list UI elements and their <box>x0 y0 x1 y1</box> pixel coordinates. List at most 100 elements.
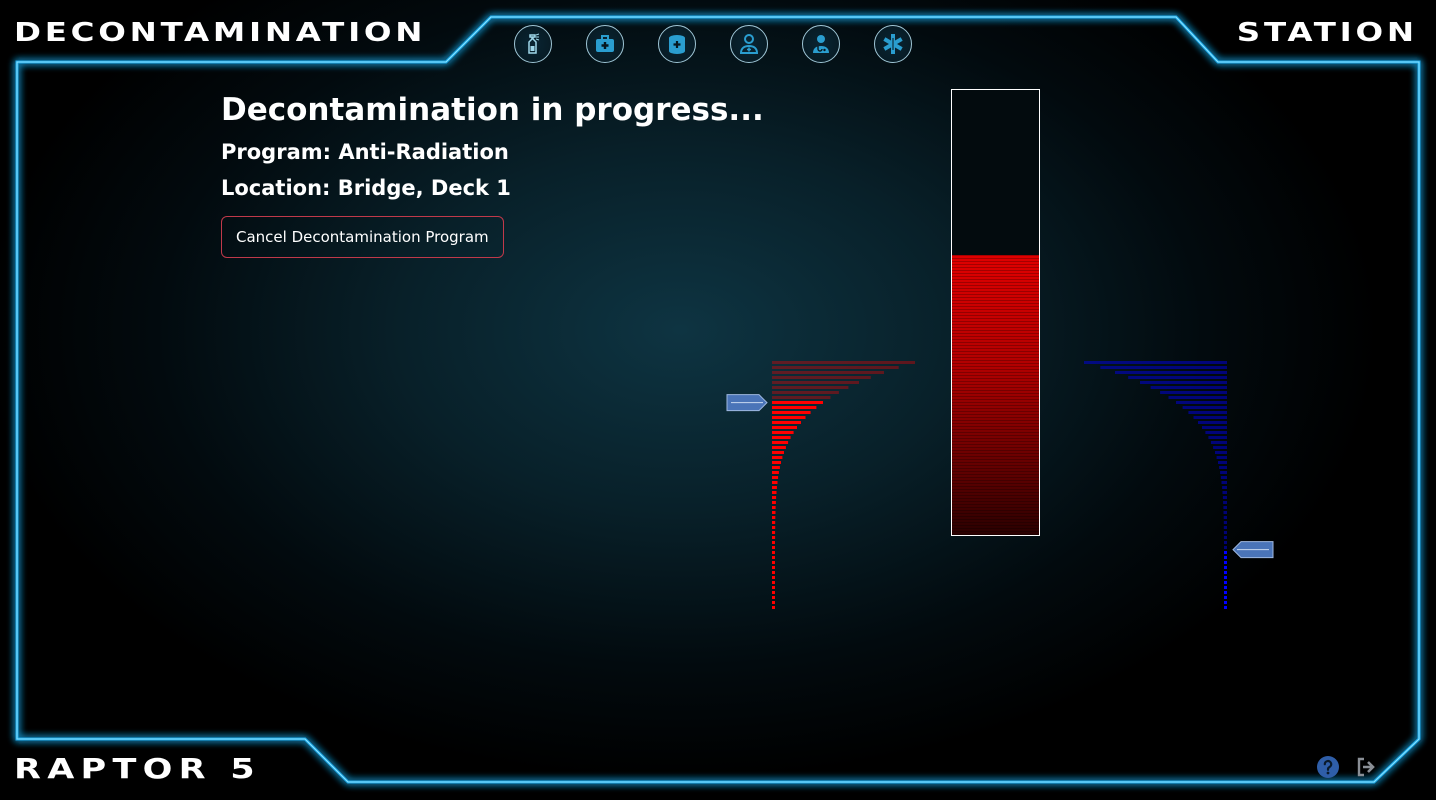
right-level-bar <box>1193 416 1227 419</box>
right-level-bar <box>1168 396 1227 399</box>
right-level-bar <box>1223 521 1227 524</box>
left-level-bar <box>772 576 775 579</box>
right-level-bar <box>1224 571 1227 574</box>
right-level-bar <box>1224 541 1227 544</box>
right-level-bar <box>1084 361 1227 364</box>
right-level-bar <box>1208 436 1227 439</box>
left-level-bar <box>772 481 778 484</box>
right-level-bar <box>1224 591 1227 594</box>
left-level-bar <box>772 596 775 599</box>
right-level-bar <box>1176 401 1227 404</box>
right-level-bar <box>1224 556 1227 559</box>
left-level-bar <box>772 521 776 524</box>
right-level-bar <box>1224 576 1227 579</box>
right-level-bar <box>1198 421 1227 424</box>
right-level-bar <box>1219 466 1227 469</box>
right-level-bar <box>1224 561 1227 564</box>
right-level-bar <box>1222 496 1227 499</box>
right-level-bar <box>1224 566 1227 569</box>
left-level-bar <box>772 441 789 444</box>
left-level-bar <box>772 526 776 529</box>
left-level-bar <box>772 456 783 459</box>
left-level-bar <box>772 396 831 399</box>
right-level-bar <box>1224 581 1227 584</box>
left-level-bar <box>772 446 786 449</box>
right-level-bar <box>1140 381 1227 384</box>
right-level-bar <box>1218 461 1227 464</box>
left-level-bar <box>772 586 775 589</box>
right-level-bar <box>1224 596 1227 599</box>
left-level-bar <box>772 366 899 369</box>
right-level-bar <box>1224 606 1227 609</box>
right-level-bar <box>1188 411 1227 414</box>
right-level-bar <box>1202 426 1227 429</box>
left-level-bar <box>772 466 780 469</box>
left-level-bar <box>772 436 791 439</box>
left-level-bar <box>772 491 777 494</box>
right-level-bar <box>1223 501 1227 504</box>
right-level-bar <box>1210 441 1227 444</box>
left-level-bar <box>772 376 871 379</box>
left-level-bar <box>772 546 775 549</box>
left-level-bar <box>772 426 797 429</box>
right-level-bar <box>1222 486 1227 489</box>
left-level-bar <box>772 566 775 569</box>
left-level-bar <box>772 506 776 509</box>
left-level-bar <box>772 386 849 389</box>
left-level-bar <box>772 421 801 424</box>
right-level-bar <box>1222 491 1227 494</box>
right-level-bar <box>1205 431 1227 434</box>
left-level-bar <box>772 371 884 374</box>
left-level-bar <box>772 496 777 499</box>
right-level-bar <box>1223 511 1227 514</box>
right-level-bar <box>1213 446 1227 449</box>
left-level-bar <box>772 471 779 474</box>
footer-icons <box>1316 755 1378 779</box>
left-level-bar <box>772 601 775 604</box>
right-level-bar <box>1160 391 1227 394</box>
contamination-level-graph <box>726 361 1274 609</box>
right-level-bar <box>1220 476 1227 479</box>
left-level-bar <box>772 486 777 489</box>
right-level-bar <box>1150 386 1227 389</box>
right-level-bar <box>1221 481 1227 484</box>
left-level-bar <box>772 406 817 409</box>
left-level-bar <box>772 361 915 364</box>
right-level-bar <box>1115 371 1227 374</box>
left-level-bar <box>772 381 859 384</box>
left-level-bar <box>772 461 781 464</box>
right-level-bar <box>1216 456 1227 459</box>
right-level-bar <box>1224 546 1227 549</box>
right-level-bar <box>1215 451 1227 454</box>
right-level-bar <box>1182 406 1227 409</box>
right-level-bar <box>1224 586 1227 589</box>
left-level-bar <box>772 591 775 594</box>
right-level-bar <box>1224 551 1227 554</box>
left-level-bar <box>772 476 779 479</box>
left-level-bar <box>772 451 784 454</box>
left-level-bar <box>772 581 775 584</box>
right-level-bar <box>1224 601 1227 604</box>
left-level-bar <box>772 536 776 539</box>
left-level-bar <box>772 516 776 519</box>
left-level-bar <box>772 606 775 609</box>
right-level-bar <box>1223 516 1227 519</box>
logout-icon[interactable] <box>1354 755 1378 779</box>
left-level-bar <box>772 561 775 564</box>
left-level-bar <box>772 391 839 394</box>
left-level-bar <box>772 571 775 574</box>
right-level-bar <box>1128 376 1227 379</box>
right-level-bar <box>1220 471 1227 474</box>
left-level-bar <box>772 416 806 419</box>
left-level-bar <box>772 511 776 514</box>
left-level-bar <box>772 531 776 534</box>
right-level-bar <box>1223 506 1227 509</box>
right-level-bar <box>1223 531 1227 534</box>
right-level-bar <box>1223 536 1227 539</box>
left-level-bar <box>772 411 811 414</box>
help-icon[interactable] <box>1316 755 1340 779</box>
right-level-bar <box>1100 366 1227 369</box>
left-level-bar <box>772 501 776 504</box>
left-level-bar <box>772 431 794 434</box>
left-level-bar <box>772 541 775 544</box>
